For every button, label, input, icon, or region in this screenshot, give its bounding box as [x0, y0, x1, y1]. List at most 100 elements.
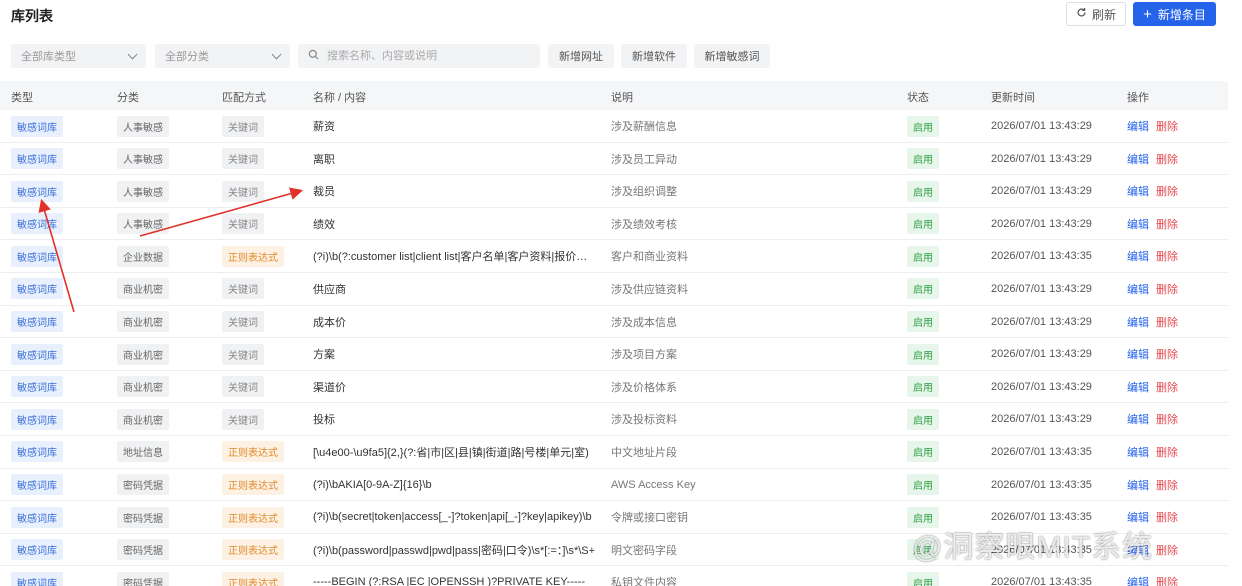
edit-link[interactable]: 编辑: [1127, 314, 1149, 330]
status-cell: 启用: [907, 143, 939, 175]
table-header: 类型 分类 匹配方式 名称 / 内容 说明 状态 更新时间 操作: [0, 81, 1228, 110]
match-cell: 关键词: [222, 306, 264, 338]
name-text: (?i)\b(secret|token|access[_-]?token|api…: [313, 511, 592, 524]
description-cell: 私钥文件内容: [611, 566, 677, 586]
delete-link[interactable]: 删除: [1156, 477, 1178, 493]
updated-cell: 2026/07/01 13:43:35: [991, 566, 1092, 586]
description-text: 涉及投标资料: [611, 414, 677, 427]
delete-link[interactable]: 删除: [1156, 281, 1178, 297]
edit-link[interactable]: 编辑: [1127, 574, 1149, 586]
edit-link[interactable]: 编辑: [1127, 411, 1149, 427]
delete-link[interactable]: 删除: [1156, 151, 1178, 167]
match-tag: 正则表达式: [222, 245, 284, 267]
status-badge: 启用: [907, 343, 939, 365]
edit-link[interactable]: 编辑: [1127, 151, 1149, 167]
name-cell: -----BEGIN (?:RSA |EC |OPENSSH )?PRIVATE…: [313, 566, 598, 586]
edit-link[interactable]: 编辑: [1127, 346, 1149, 362]
delete-link[interactable]: 删除: [1156, 542, 1178, 558]
edit-link[interactable]: 编辑: [1127, 379, 1149, 395]
header-bar: 库列表 刷新 + 新增条目: [0, 0, 1242, 30]
edit-link[interactable]: 编辑: [1127, 118, 1149, 134]
edit-link[interactable]: 编辑: [1127, 444, 1149, 460]
edit-link[interactable]: 编辑: [1127, 281, 1149, 297]
refresh-button[interactable]: 刷新: [1066, 2, 1126, 26]
category-tag: 商业机密: [117, 311, 169, 333]
type-cell: 敏感词库: [11, 208, 63, 240]
search-input[interactable]: [327, 50, 527, 62]
type-tag: 敏感词库: [11, 506, 63, 528]
name-text: 投标: [313, 414, 335, 427]
updated-time: 2026/07/01 13:43:29: [991, 185, 1092, 198]
table-row: 敏感词库 商业机密 关键词 成本价 涉及成本信息 启用 2026/07/01 13:43:2…: [0, 306, 1228, 339]
delete-link[interactable]: 删除: [1156, 216, 1178, 232]
category-cell: 密码凭据: [117, 566, 169, 586]
type-cell: 敏感词库: [11, 273, 63, 305]
delete-link[interactable]: 删除: [1156, 574, 1178, 586]
status-badge: 启用: [907, 474, 939, 496]
description-cell: 客户和商业资料: [611, 240, 688, 272]
status-badge: 启用: [907, 245, 939, 267]
delete-link[interactable]: 删除: [1156, 314, 1178, 330]
actions-cell: 编辑 删除: [1127, 273, 1178, 305]
delete-link[interactable]: 删除: [1156, 411, 1178, 427]
category-cell: 人事敏感: [117, 143, 169, 175]
refresh-icon: [1076, 7, 1087, 21]
match-tag: 关键词: [222, 278, 264, 300]
chevron-down-icon: [271, 49, 282, 60]
actions-cell: 编辑 删除: [1127, 403, 1178, 435]
match-tag: 正则表达式: [222, 571, 284, 586]
add-url-button[interactable]: 新增网址: [548, 44, 614, 68]
category-cell: 商业机密: [117, 273, 169, 305]
description-cell: 涉及投标资料: [611, 403, 677, 435]
add-entry-button[interactable]: + 新增条目: [1133, 2, 1216, 26]
table-row: 敏感词库 密码凭据 正则表达式 (?i)\bAKIA[0-9A-Z]{16}\b AWS…: [0, 469, 1228, 502]
match-cell: 正则表达式: [222, 501, 284, 533]
name-text: 渠道价: [313, 381, 346, 394]
status-cell: 启用: [907, 208, 939, 240]
actions-cell: 编辑 删除: [1127, 175, 1178, 207]
name-text: 薪资: [313, 121, 335, 133]
edit-link[interactable]: 编辑: [1127, 248, 1149, 264]
column-header-match: 匹配方式: [222, 92, 266, 104]
name-text: 离职: [313, 153, 335, 166]
status-cell: 启用: [907, 338, 939, 370]
delete-link[interactable]: 删除: [1156, 248, 1178, 264]
name-cell: 投标: [313, 403, 598, 435]
table-row: 敏感词库 商业机密 关键词 投标 涉及投标资料 启用 2026/07/01 13:43:29…: [0, 403, 1228, 436]
delete-link[interactable]: 删除: [1156, 509, 1178, 525]
description-text: 客户和商业资料: [611, 251, 688, 264]
delete-link[interactable]: 删除: [1156, 444, 1178, 460]
edit-link[interactable]: 编辑: [1127, 216, 1149, 232]
column-header-category: 分类: [117, 92, 139, 104]
add-sensitive-word-button[interactable]: 新增敏感词: [694, 44, 770, 68]
edit-link[interactable]: 编辑: [1127, 477, 1149, 493]
type-tag: 敏感词库: [11, 115, 63, 137]
library-type-select[interactable]: 全部库类型: [11, 44, 146, 68]
add-entry-label: 新增条目: [1157, 7, 1206, 22]
match-tag: 关键词: [222, 376, 264, 398]
description-text: 令牌或接口密钥: [611, 512, 688, 525]
edit-link[interactable]: 编辑: [1127, 183, 1149, 199]
type-tag: 敏感词库: [11, 441, 63, 463]
description-text: 私钥文件内容: [611, 577, 677, 586]
delete-link[interactable]: 删除: [1156, 346, 1178, 362]
delete-link[interactable]: 删除: [1156, 118, 1178, 134]
category-tag: 商业机密: [117, 278, 169, 300]
match-cell: 关键词: [222, 110, 264, 142]
type-tag: 敏感词库: [11, 148, 63, 170]
actions-cell: 编辑 删除: [1127, 208, 1178, 240]
delete-link[interactable]: 删除: [1156, 379, 1178, 395]
description-text: 涉及绩效考核: [611, 218, 677, 231]
add-software-button[interactable]: 新增软件: [621, 44, 687, 68]
description-text: AWS Access Key: [611, 478, 696, 491]
category-tag: 商业机密: [117, 408, 169, 430]
delete-link[interactable]: 删除: [1156, 183, 1178, 199]
table-row: 敏感词库 人事敏感 关键词 离职 涉及员工异动 启用 2026/07/01 13:43:29…: [0, 143, 1228, 176]
match-tag: 关键词: [222, 408, 264, 430]
name-text: 成本价: [313, 316, 346, 329]
match-tag: 关键词: [222, 213, 264, 235]
category-select[interactable]: 全部分类: [155, 44, 290, 68]
category-cell: 密码凭据: [117, 501, 169, 533]
name-cell: (?i)\b(password|passwd|pwd|pass|密码|口令)\s…: [313, 534, 598, 566]
type-tag: 敏感词库: [11, 474, 63, 496]
